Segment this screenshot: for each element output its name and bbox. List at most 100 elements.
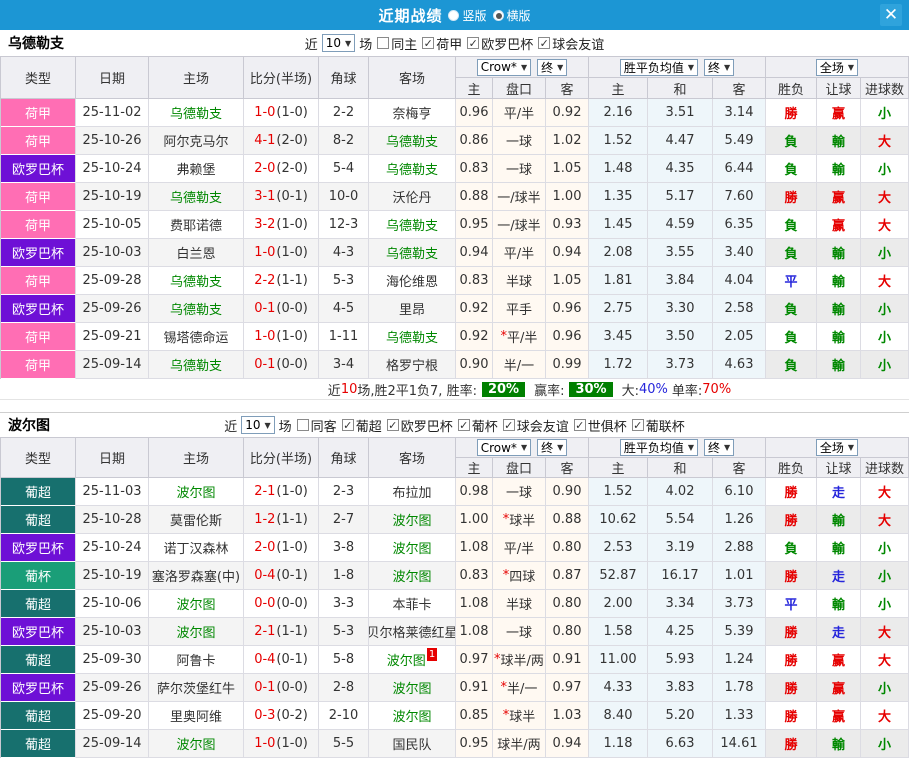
avg-home: 1.58 bbox=[589, 618, 648, 646]
match-score: 2-1 (1-1) bbox=[244, 618, 319, 646]
table-header: 类型 日期 主场 比分(半场) 角球 客场 Crow* ▼ 终 ▼ 胜平负均值 ▼ 终… bbox=[0, 56, 909, 99]
away-team: 乌德勒支 bbox=[369, 155, 456, 183]
odds-away: 0.80 bbox=[546, 590, 589, 618]
avg-home: 10.62 bbox=[589, 506, 648, 534]
result-handicap: 赢 bbox=[817, 702, 861, 730]
avg-draw: 3.84 bbox=[648, 267, 713, 295]
league-badge: 葡超 bbox=[1, 646, 76, 674]
final-odds-select[interactable]: 终 ▼ bbox=[537, 58, 568, 76]
radio-horizontal-layout[interactable]: 横版 bbox=[492, 7, 531, 24]
league-filter-checkbox[interactable]: ✓ 葡联杯 bbox=[631, 416, 685, 435]
score-halftime: (1-1) bbox=[276, 624, 308, 639]
avg-draw: 4.25 bbox=[648, 618, 713, 646]
close-icon: ✕ bbox=[883, 5, 899, 25]
league-filter-checkbox[interactable]: ✓ 球会友谊 bbox=[538, 34, 604, 53]
league-badge: 欧罗巴杯 bbox=[1, 618, 76, 646]
odds-away: 1.05 bbox=[546, 155, 589, 183]
score-fulltime: 0-4 bbox=[254, 568, 276, 583]
away-team: 波尔图 bbox=[369, 562, 456, 590]
avg-away: 1.26 bbox=[713, 506, 766, 534]
select-value: 终 bbox=[541, 60, 554, 75]
odds-source-select[interactable]: Crow* ▼ bbox=[476, 439, 532, 456]
summary-bar: 近 10 场,胜2平1负7, 胜率: 20% 赢率: 30% 大: 40% 单率: 70… bbox=[0, 379, 909, 400]
table-header: 类型 日期 主场 比分(半场) 角球 客场 Crow* ▼ 终 ▼ 胜平负均值 ▼ 终… bbox=[0, 437, 909, 478]
col-result-handicap: 让球 bbox=[817, 78, 861, 99]
league-filter-checkbox[interactable]: ✓ 世俱杯 bbox=[573, 416, 627, 435]
select-value: 全场 bbox=[819, 441, 844, 455]
final-avg-select[interactable]: 终 ▼ bbox=[704, 439, 735, 456]
score-fulltime: 0-4 bbox=[254, 652, 276, 667]
home-team: 乌德勒支 bbox=[149, 295, 244, 323]
full-match-select[interactable]: 全场 ▼ bbox=[815, 58, 859, 76]
avg-home: 1.35 bbox=[589, 183, 648, 211]
avg-draw: 3.19 bbox=[648, 534, 713, 562]
avg-odds-select[interactable]: 胜平负均值 ▼ bbox=[619, 58, 698, 76]
league-filter-checkbox[interactable]: ✓ 欧罗巴杯 bbox=[467, 34, 533, 53]
odds-source-select[interactable]: Crow* ▼ bbox=[476, 58, 532, 76]
col-date: 日期 bbox=[76, 438, 149, 478]
away-team: 波尔图 bbox=[369, 534, 456, 562]
away-team: 布拉加 bbox=[369, 478, 456, 506]
score-halftime: (1-1) bbox=[276, 273, 308, 288]
star-mark: * bbox=[500, 680, 508, 695]
col-odds-home: 主 bbox=[456, 78, 493, 99]
result-handicap: 走 bbox=[817, 478, 861, 506]
final-odds-select[interactable]: 终 ▼ bbox=[537, 439, 568, 456]
team-name: 乌德勒支 bbox=[8, 36, 64, 52]
select-value: 胜平负均值 bbox=[623, 441, 684, 455]
avg-home: 2.53 bbox=[589, 534, 648, 562]
avg-odds-select[interactable]: 胜平负均值 ▼ bbox=[619, 439, 698, 456]
league-badge: 荷甲 bbox=[1, 323, 76, 351]
league-badge: 荷甲 bbox=[1, 351, 76, 379]
league-filter-checkbox[interactable]: ✓ 葡杯 bbox=[457, 416, 498, 435]
result-wdl: 平 bbox=[766, 267, 817, 295]
same-venue-checkbox[interactable]: 同客 bbox=[296, 416, 337, 435]
odds-group-header: Crow* ▼ 终 ▼ bbox=[456, 438, 589, 458]
score-fulltime: 0-1 bbox=[254, 301, 276, 316]
avg-home: 1.72 bbox=[589, 351, 648, 379]
league-filter-checkbox[interactable]: ✓ 荷甲 bbox=[422, 34, 462, 53]
star-mark: * bbox=[494, 652, 501, 667]
avg-home: 1.81 bbox=[589, 267, 648, 295]
result-handicap: 走 bbox=[817, 562, 861, 590]
odds-handicap: 一球 bbox=[493, 478, 546, 506]
result-group-header: 全场 ▼ bbox=[766, 57, 909, 78]
league-filter-checkbox[interactable]: ✓ 葡超 bbox=[341, 416, 382, 435]
home-team: 弗赖堡 bbox=[149, 155, 244, 183]
near-label: 近 bbox=[304, 37, 318, 53]
close-button[interactable]: ✕ bbox=[880, 4, 902, 26]
result-handicap: 輸 bbox=[817, 506, 861, 534]
league-filter-checkbox[interactable]: ✓ 欧罗巴杯 bbox=[386, 416, 453, 435]
col-home: 主场 bbox=[149, 57, 244, 99]
full-match-select[interactable]: 全场 ▼ bbox=[815, 439, 859, 456]
match-count-select[interactable]: 10 ▼ bbox=[321, 34, 356, 52]
final-avg-select[interactable]: 终 ▼ bbox=[704, 58, 735, 76]
score-fulltime: 1-2 bbox=[254, 512, 276, 527]
star-mark: * bbox=[502, 512, 510, 527]
avg-away: 6.10 bbox=[713, 478, 766, 506]
match-count-select[interactable]: 10 ▼ bbox=[241, 416, 275, 434]
odds-home: 0.95 bbox=[456, 211, 493, 239]
home-team: 诺丁汉森林 bbox=[149, 534, 244, 562]
result-handicap: 輸 bbox=[817, 351, 861, 379]
col-away: 客场 bbox=[369, 57, 456, 99]
result-wdl: 勝 bbox=[766, 478, 817, 506]
league-filter-checkbox[interactable]: ✓ 球会友谊 bbox=[502, 416, 569, 435]
checkbox-icon: ✓ bbox=[631, 418, 644, 432]
home-team: 乌德勒支 bbox=[149, 99, 244, 127]
chevron-down-icon: ▼ bbox=[687, 62, 694, 72]
table-row: 荷甲 25-11-02 乌德勒支 1-0 (1-0) 2-2 奈梅亨 0.96 平/半 0.92 2… bbox=[1, 99, 909, 127]
avg-draw: 4.02 bbox=[648, 478, 713, 506]
corner-score: 2-8 bbox=[319, 674, 369, 702]
avg-home: 2.00 bbox=[589, 590, 648, 618]
result-goals: 小 bbox=[861, 562, 909, 590]
col-home: 主场 bbox=[149, 438, 244, 478]
away-team: 波尔图 bbox=[369, 506, 456, 534]
radio-vertical-layout[interactable]: 竖版 bbox=[448, 7, 487, 24]
odds-home: 0.83 bbox=[456, 155, 493, 183]
avg-draw: 4.47 bbox=[648, 127, 713, 155]
odds-handicap: * 平/半 bbox=[493, 323, 546, 351]
same-venue-checkbox[interactable]: 同主 bbox=[377, 34, 417, 53]
checkbox-icon bbox=[377, 37, 390, 49]
result-wdl: 勝 bbox=[766, 618, 817, 646]
